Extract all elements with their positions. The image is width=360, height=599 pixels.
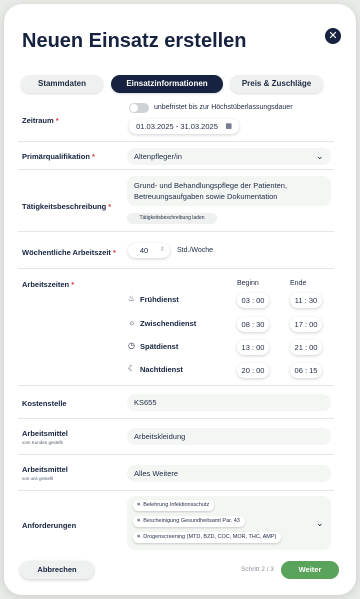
- arbeitsmittel-uns-label: Arbeitsmittel: [22, 465, 68, 474]
- taetigkeit-line1: Grund- und Behandlungspflege der Patient…: [134, 181, 288, 190]
- form-scroll-area[interactable]: Zeitraum * unbefristet bis zur Höchstübe…: [4, 100, 356, 552]
- chip-label: Bescheinigung Gesundheitsamt Par. 43: [143, 518, 240, 524]
- create-assignment-modal: Neuen Einsatz erstellen ✕ Stammdaten Ein…: [4, 4, 356, 595]
- remove-chip-icon[interactable]: ×: [137, 518, 140, 524]
- arbeitsmittel-kunde-sub: vom Kunden gestellt: [22, 440, 63, 445]
- arbeitsmittel-kunde-label: Arbeitsmittel: [22, 429, 68, 438]
- unbefristet-label: unbefristet bis zur Höchstüberlassungsda…: [154, 104, 293, 111]
- sunrise-icon: ♨: [128, 294, 136, 303]
- moon-icon: ☾: [128, 364, 136, 373]
- shift-begin-input[interactable]: 20 : 00: [237, 363, 269, 378]
- kostenstelle-input[interactable]: KS655: [127, 394, 331, 411]
- requirement-chip[interactable]: × Drogenscreening (MTD, BZD, COC, MOR, TH…: [133, 532, 282, 543]
- primaerqualifikation-label: Primärqualifikation *: [22, 152, 95, 161]
- modal-footer: Abbrechen Schritt 2 / 3 Weiter: [4, 553, 356, 595]
- step-indicator: Schritt 2 / 3: [241, 566, 274, 573]
- chevron-down-icon[interactable]: ⌄: [316, 518, 324, 529]
- taetigkeit-label: Tätigkeitsbeschreibung *: [22, 202, 112, 211]
- arbeitszeit-unit: Std./Woche: [177, 247, 214, 254]
- cancel-button[interactable]: Abbrechen: [20, 561, 94, 579]
- sun-icon: ☼: [128, 318, 136, 327]
- col-begin-label: Beginn: [237, 280, 259, 287]
- shift-name: Frühdienst: [140, 295, 179, 304]
- shift-end-input[interactable]: 06 : 15: [290, 363, 322, 378]
- remove-chip-icon[interactable]: ×: [137, 502, 140, 508]
- requirement-chip[interactable]: × Belehrung Infektionsschutz: [133, 500, 215, 511]
- zeitraum-label: Zeitraum *: [22, 116, 59, 125]
- taetigkeit-textarea[interactable]: Grund- und Behandlungspflege der Patient…: [127, 176, 331, 206]
- close-icon[interactable]: ✕: [325, 28, 341, 44]
- primaerqualifikation-select[interactable]: Altenpfleger/in: [127, 148, 331, 165]
- shift-end-input[interactable]: 17 : 00: [290, 317, 322, 332]
- stepper-arrows-icon[interactable]: ⇳: [160, 243, 165, 258]
- row-kostenstelle: Kostenstelle KS655: [18, 386, 334, 419]
- taetigkeit-line2: Betreuungsaufgaben sowie Dokumentation: [134, 192, 278, 201]
- shift-begin-input[interactable]: 03 : 00: [237, 293, 269, 308]
- arbeitsmittel-kunde-input[interactable]: Arbeitskleidung: [127, 428, 331, 445]
- col-end-label: Ende: [290, 280, 307, 287]
- shift-begin-input[interactable]: 08 : 30: [237, 317, 269, 332]
- arbeitsmittel-uns-sub: von uns gestellt: [22, 476, 54, 481]
- shift-name: Spätdienst: [140, 342, 179, 351]
- row-taetigkeitsbeschreibung: Tätigkeitsbeschreibung * Grund- und Beha…: [18, 170, 334, 232]
- arbeitszeit-value: 40: [139, 246, 149, 255]
- requirement-chip[interactable]: × Bescheinigung Gesundheitsamt Par. 43: [133, 516, 245, 527]
- arbeitszeiten-label: Arbeitszeiten *: [22, 280, 75, 289]
- row-arbeitszeit: Wöchentliche Arbeitszeit * 40 ⇳ Std./Woc…: [18, 232, 334, 269]
- arbeitszeit-label: Wöchentliche Arbeitszeit *: [22, 248, 116, 257]
- tab-einsatzinformationen[interactable]: Einsatzinformationen: [111, 75, 223, 93]
- unbefristet-toggle[interactable]: [129, 103, 149, 113]
- row-primaerqualifikation: Primärqualifikation * Altenpfleger/in ⌄: [18, 142, 334, 170]
- chip-label: Belehrung Infektionsschutz: [143, 502, 210, 508]
- shift-end-input[interactable]: 11 : 30: [290, 293, 322, 308]
- shift-name: Zwischendienst: [140, 319, 197, 328]
- row-arbeitsmittel-kunde: Arbeitsmittel vom Kunden gestellt Arbeit…: [18, 419, 334, 455]
- tab-bar: Stammdaten Einsatzinformationen Preis & …: [21, 75, 339, 95]
- date-range-picker[interactable]: 01.03.2025 - 31.03.2025 ▦: [129, 119, 239, 134]
- row-arbeitszeiten: Arbeitszeiten * Beginn Ende ♨ Frühdienst…: [18, 269, 334, 386]
- calendar-icon: ▦: [225, 123, 232, 130]
- tab-stammdaten[interactable]: Stammdaten: [21, 75, 103, 93]
- chevron-down-icon[interactable]: ⌄: [316, 151, 324, 162]
- next-button[interactable]: Weiter: [281, 561, 339, 579]
- arbeitsmittel-uns-input[interactable]: Alles Weitere: [127, 465, 331, 482]
- anforderungen-label: Anforderungen: [22, 521, 77, 530]
- date-range-text: 01.03.2025 - 31.03.2025: [136, 122, 218, 131]
- load-description-button[interactable]: Tätigkeitsbeschreibung laden: [127, 213, 217, 224]
- row-arbeitsmittel-uns: Arbeitsmittel von uns gestellt Alles Wei…: [18, 455, 334, 491]
- row-zeitraum: Zeitraum * unbefristet bis zur Höchstübe…: [18, 100, 334, 142]
- primaerqualifikation-value: Altenpfleger/in: [134, 152, 182, 161]
- shift-end-input[interactable]: 21 : 00: [290, 340, 322, 355]
- tab-preis-zuschlaege[interactable]: Preis & Zuschläge: [230, 75, 323, 93]
- shift-name: Nachtdienst: [140, 365, 183, 374]
- clock-icon: ◷: [128, 341, 135, 350]
- row-anforderungen: Anforderungen × Belehrung Infektionsschut…: [18, 491, 334, 552]
- arbeitszeit-stepper[interactable]: 40 ⇳: [128, 243, 170, 258]
- shift-begin-input[interactable]: 13 : 00: [237, 340, 269, 355]
- chip-label: Drogenscreening (MTD, BZD, COC, MOR, THC…: [143, 534, 277, 540]
- remove-chip-icon[interactable]: ×: [137, 534, 140, 540]
- modal-title: Neuen Einsatz erstellen: [22, 30, 247, 52]
- kostenstelle-label: Kostenstelle: [22, 399, 67, 408]
